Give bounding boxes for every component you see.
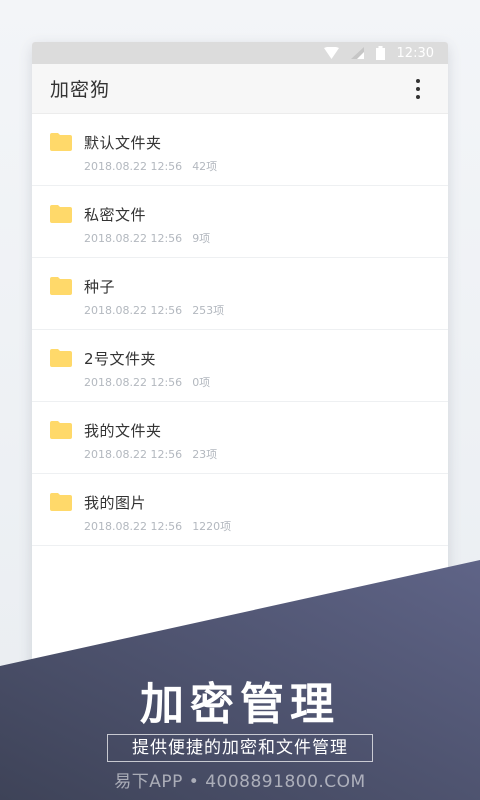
folder-count: 253项 (192, 304, 225, 317)
folder-list: 默认文件夹 2018.08.22 12:56 42项 私密文件 2018.08.2… (32, 114, 448, 546)
folder-meta: 2018.08.22 12:56 9项 (84, 230, 210, 246)
status-bar: 12:30 (32, 42, 448, 64)
folder-item[interactable]: 2号文件夹 2018.08.22 12:56 0项 (32, 330, 448, 402)
folder-name: 我的图片 (84, 494, 147, 512)
folder-meta: 2018.08.22 12:56 0项 (84, 374, 210, 390)
status-time: 12:30 (396, 45, 434, 61)
folder-item[interactable]: 我的图片 2018.08.22 12:56 1220项 (32, 474, 448, 546)
more-vertical-icon[interactable] (406, 74, 430, 104)
app-bar: 加密狗 (32, 64, 448, 114)
folder-count: 1220项 (192, 520, 232, 533)
folder-count: 42项 (192, 160, 218, 173)
folder-date: 2018.08.22 12:56 (84, 304, 183, 317)
wifi-icon (323, 47, 339, 59)
folder-meta: 2018.08.22 12:56 23项 (84, 446, 217, 462)
folder-count: 23项 (192, 448, 218, 461)
folder-meta: 2018.08.22 12:56 1220项 (84, 518, 231, 534)
folder-meta: 2018.08.22 12:56 253项 (84, 302, 224, 318)
signal-icon (350, 47, 364, 59)
app-title: 加密狗 (50, 79, 111, 101)
folder-icon (50, 421, 72, 439)
folder-date: 2018.08.22 12:56 (84, 448, 183, 461)
folder-name: 私密文件 (84, 206, 147, 224)
folder-name: 默认文件夹 (84, 134, 162, 152)
folder-count: 0项 (192, 376, 211, 389)
folder-item[interactable]: 种子 2018.08.22 12:56 253项 (32, 258, 448, 330)
folder-name: 我的文件夹 (84, 422, 162, 440)
folder-icon (50, 349, 72, 367)
folder-count: 9项 (192, 232, 211, 245)
battery-icon (375, 46, 385, 60)
folder-icon (50, 277, 72, 295)
folder-date: 2018.08.22 12:56 (84, 232, 183, 245)
folder-item[interactable]: 我的文件夹 2018.08.22 12:56 23项 (32, 402, 448, 474)
folder-item[interactable]: 私密文件 2018.08.22 12:56 9项 (32, 186, 448, 258)
folder-name: 2号文件夹 (84, 350, 157, 368)
folder-icon (50, 493, 72, 511)
folder-date: 2018.08.22 12:56 (84, 520, 183, 533)
folder-date: 2018.08.22 12:56 (84, 376, 183, 389)
folder-icon (50, 133, 72, 151)
folder-item[interactable]: 默认文件夹 2018.08.22 12:56 42项 (32, 114, 448, 186)
phone-screen: 12:30 加密狗 默认文件夹 2018.08.22 12:56 42项 私密文件… (32, 42, 448, 742)
folder-name: 种子 (84, 278, 116, 296)
watermark-text: 易下APP • 4008891800.COM (114, 772, 366, 792)
folder-icon (50, 205, 72, 223)
folder-date: 2018.08.22 12:56 (84, 160, 183, 173)
folder-meta: 2018.08.22 12:56 42项 (84, 158, 217, 174)
